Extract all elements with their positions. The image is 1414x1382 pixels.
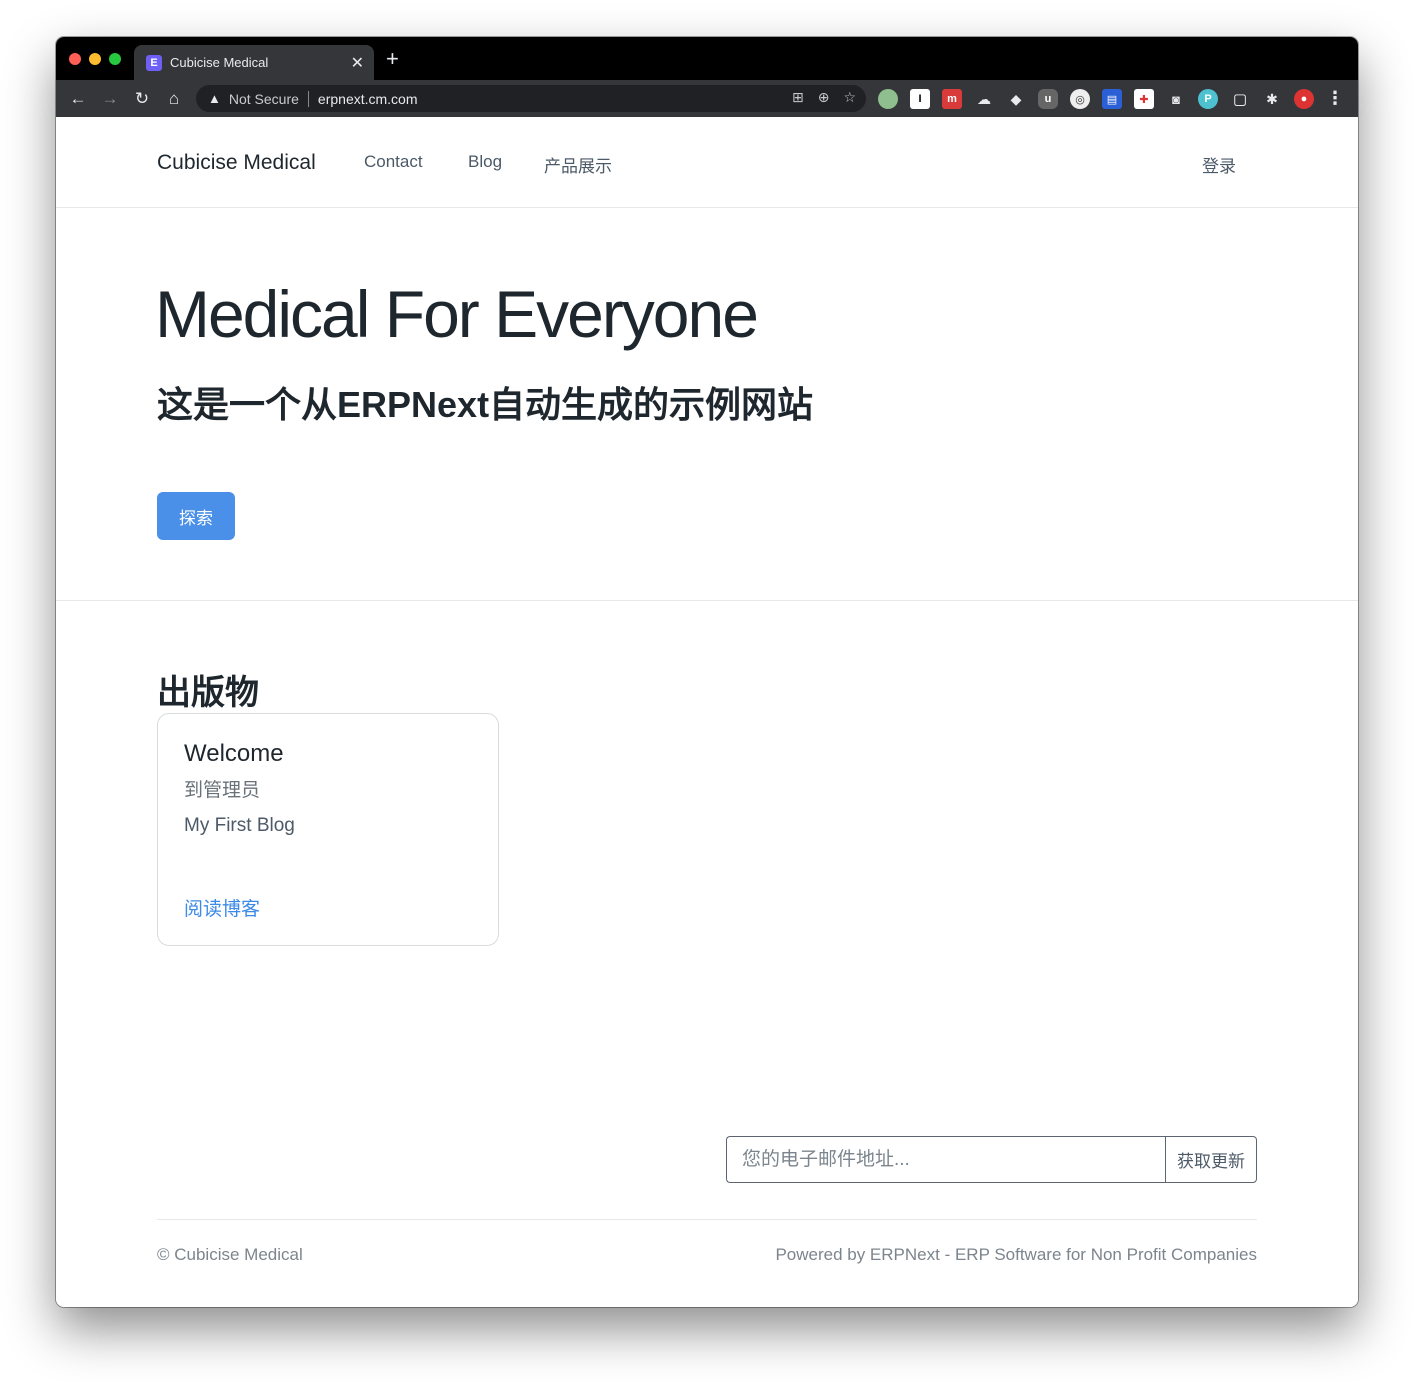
card-title: Welcome bbox=[184, 740, 284, 767]
footer-powered-by[interactable]: Powered by ERPNext - ERP Software for No… bbox=[775, 1245, 1257, 1265]
browser-window: E Cubicise Medical ✕ + ← → ↻ ⌂ ▲ Not Sec… bbox=[56, 37, 1358, 1307]
publications-heading: 出版物 bbox=[157, 674, 259, 712]
web-page: Cubicise Medical Contact Blog 产品展示 登录 Me… bbox=[56, 117, 1358, 1307]
home-icon[interactable]: ⌂ bbox=[162, 87, 186, 111]
profile-avatar-icon[interactable]: ● bbox=[1294, 89, 1314, 109]
url-text[interactable]: erpnext.cm.com bbox=[318, 91, 418, 107]
nav-link-products[interactable]: 产品展示 bbox=[544, 152, 612, 177]
close-window-button[interactable] bbox=[69, 53, 81, 65]
forward-arrow-icon[interactable]: → bbox=[98, 87, 122, 111]
extension-plus-icon[interactable]: ✚ bbox=[1134, 89, 1154, 109]
footer-copyright: © Cubicise Medical bbox=[157, 1245, 303, 1264]
extension-camera-icon[interactable]: ◙ bbox=[1166, 89, 1186, 109]
get-updates-button[interactable]: 获取更新 bbox=[1165, 1136, 1257, 1183]
footer-divider bbox=[157, 1219, 1257, 1220]
address-bar[interactable]: ▲ Not Secure erpnext.cm.com ⊞ ⊕ ☆ bbox=[196, 85, 866, 112]
hero-subtitle: 这是一个从ERPNext自动生成的示例网站 bbox=[157, 384, 814, 425]
favicon-icon: E bbox=[146, 54, 162, 71]
browser-toolbar: ← → ↻ ⌂ ▲ Not Secure erpnext.cm.com ⊞ ⊕ … bbox=[56, 80, 1358, 117]
explore-button[interactable]: 探索 bbox=[157, 492, 235, 540]
nav-link-blog[interactable]: Blog bbox=[468, 152, 502, 172]
extension-p-icon[interactable]: P bbox=[1198, 89, 1218, 109]
minimize-window-button[interactable] bbox=[89, 53, 101, 65]
subscribe-form: 获取更新 bbox=[726, 1136, 1257, 1183]
tab-title: Cubicise Medical bbox=[170, 55, 269, 70]
extension-square-icon[interactable]: ▢ bbox=[1230, 89, 1250, 109]
login-link[interactable]: 登录 bbox=[1202, 152, 1236, 177]
extension-blue-icon[interactable]: ▤ bbox=[1102, 89, 1122, 109]
bookmark-star-icon[interactable]: ☆ bbox=[843, 89, 856, 106]
tab-strip: E Cubicise Medical ✕ + bbox=[56, 37, 1358, 80]
maximize-window-button[interactable] bbox=[109, 53, 121, 65]
omnibox-separator bbox=[307, 90, 309, 107]
card-text: My First Blog bbox=[184, 815, 295, 836]
extension-red-icon[interactable]: m bbox=[942, 89, 962, 109]
extension-cloud-icon[interactable]: ☁ bbox=[974, 89, 994, 109]
email-input[interactable] bbox=[726, 1136, 1165, 1183]
close-tab-icon[interactable]: ✕ bbox=[351, 53, 364, 73]
extension-green-circle-icon[interactable] bbox=[878, 89, 898, 109]
blog-card[interactable]: Welcome 到管理员 My First Blog 阅读博客 bbox=[157, 713, 499, 946]
security-label[interactable]: Not Secure bbox=[229, 91, 299, 107]
browser-menu-icon[interactable]: ⋮ bbox=[1326, 88, 1344, 109]
card-subtitle: 到管理员 bbox=[184, 780, 261, 801]
zoom-icon[interactable]: ⊕ bbox=[818, 89, 830, 106]
extension-instapaper-icon[interactable]: I bbox=[910, 89, 930, 109]
hero-title: Medical For Everyone bbox=[155, 277, 759, 351]
extensions-bar: I m ☁ ◆ u ◎ ▤ ✚ ◙ P ▢ ✱ ● bbox=[878, 89, 1314, 109]
reload-icon[interactable]: ↻ bbox=[130, 87, 154, 111]
hero-section: Medical For Everyone 这是一个从ERPNext自动生成的示例… bbox=[56, 208, 1358, 601]
extensions-puzzle-icon[interactable]: ✱ bbox=[1262, 89, 1282, 109]
extension-globe-icon[interactable]: ◎ bbox=[1070, 89, 1090, 109]
browser-tab[interactable]: E Cubicise Medical ✕ bbox=[134, 45, 374, 80]
warning-icon: ▲ bbox=[208, 91, 221, 106]
read-blog-link[interactable]: 阅读博客 bbox=[184, 894, 260, 921]
nav-link-contact[interactable]: Contact bbox=[364, 152, 423, 172]
site-navbar: Cubicise Medical Contact Blog 产品展示 登录 bbox=[56, 117, 1358, 208]
translate-icon[interactable]: ⊞ bbox=[792, 89, 804, 106]
new-tab-icon[interactable]: + bbox=[386, 48, 399, 70]
site-brand[interactable]: Cubicise Medical bbox=[157, 151, 316, 175]
extension-diamond-icon[interactable]: ◆ bbox=[1006, 89, 1026, 109]
back-arrow-icon[interactable]: ← bbox=[66, 87, 90, 111]
extension-ublock-icon[interactable]: u bbox=[1038, 89, 1058, 109]
